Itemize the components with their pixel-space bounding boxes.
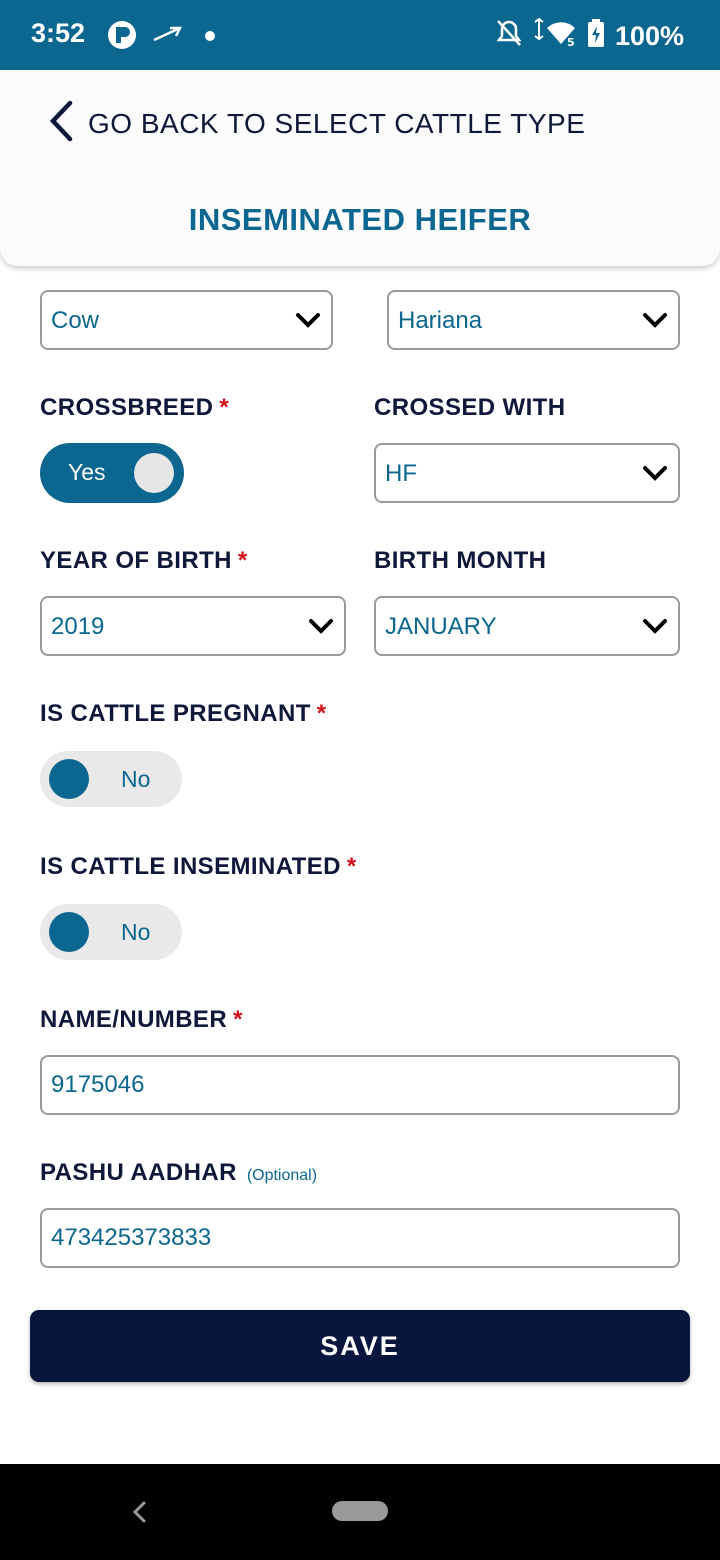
back-chevron-icon	[48, 100, 74, 147]
name-number-label: NAME/NUMBER *	[40, 1006, 243, 1033]
mute-icon	[495, 18, 523, 55]
optional-hint: (Optional)	[246, 1167, 318, 1184]
is-inseminated-label: IS CATTLE INSEMINATED *	[40, 853, 357, 880]
dot-icon	[204, 29, 216, 47]
chevron-down-icon	[642, 617, 668, 640]
chevron-down-icon	[642, 464, 668, 487]
nav-home-pill[interactable]	[332, 1501, 388, 1521]
wifi-icon: 5	[533, 17, 577, 55]
go-back-label: GO BACK TO SELECT CATTLE TYPE	[88, 107, 586, 139]
battery-percent: 100%	[614, 21, 684, 51]
crossed-with-label: CROSSED WITH	[374, 394, 566, 421]
year-of-birth-label: YEAR OF BIRTH *	[40, 547, 248, 574]
name-number-input[interactable]: 9175046	[40, 1055, 680, 1115]
chevron-down-icon	[295, 311, 321, 334]
page-title: INSEMINATED HEIFER	[188, 202, 532, 237]
header: GO BACK TO SELECT CATTLE TYPE INSEMINATE…	[0, 70, 720, 266]
animal-type-value: Cow	[51, 307, 100, 334]
toggle-knob	[49, 912, 89, 952]
status-right: 5 100%	[495, 17, 684, 55]
is-pregnant-label: IS CATTLE PREGNANT *	[40, 700, 327, 727]
system-nav-bar	[0, 1464, 720, 1560]
toggle-knob	[134, 453, 174, 493]
is-pregnant-toggle[interactable]: No	[40, 751, 182, 807]
is-pregnant-toggle-text: No	[121, 766, 151, 792]
svg-text:5: 5	[567, 36, 575, 48]
pashu-aadhar-input[interactable]: 473425373833	[40, 1208, 680, 1268]
animal-type-select[interactable]: Cow	[40, 290, 333, 350]
chevron-down-icon	[308, 617, 334, 640]
breed-value: Hariana	[398, 307, 483, 334]
pashu-aadhar-label: PASHU AADHAR (Optional)	[40, 1159, 318, 1186]
crossbreed-toggle-text: Yes	[68, 459, 106, 485]
app-notification-icon	[107, 20, 137, 55]
crossed-with-value: HF	[385, 460, 417, 487]
birth-month-label: BIRTH MONTH	[374, 547, 547, 574]
crossed-with-select[interactable]: HF	[374, 443, 680, 503]
battery-icon	[587, 18, 605, 55]
birth-month-select[interactable]: JANUARY	[374, 596, 680, 656]
status-bar: 3:52 5 100%	[0, 0, 720, 70]
crossbreed-toggle[interactable]: Yes	[40, 443, 184, 503]
breed-select[interactable]: Hariana	[387, 290, 680, 350]
year-of-birth-value: 2019	[51, 613, 105, 640]
status-time: 3:52	[31, 18, 86, 48]
birth-month-value: JANUARY	[385, 613, 497, 640]
send-icon	[152, 24, 183, 49]
go-back-button[interactable]: GO BACK TO SELECT CATTLE TYPE	[48, 100, 585, 147]
toggle-knob	[49, 759, 89, 799]
chevron-down-icon	[642, 311, 668, 334]
year-of-birth-select[interactable]: 2019	[40, 596, 346, 656]
crossbreed-label: CROSSBREED *	[40, 394, 230, 421]
is-inseminated-toggle-text: No	[121, 919, 151, 945]
save-button[interactable]: SAVE	[30, 1310, 690, 1382]
is-inseminated-toggle[interactable]: No	[40, 904, 182, 960]
nav-back-icon[interactable]	[130, 1500, 148, 1529]
